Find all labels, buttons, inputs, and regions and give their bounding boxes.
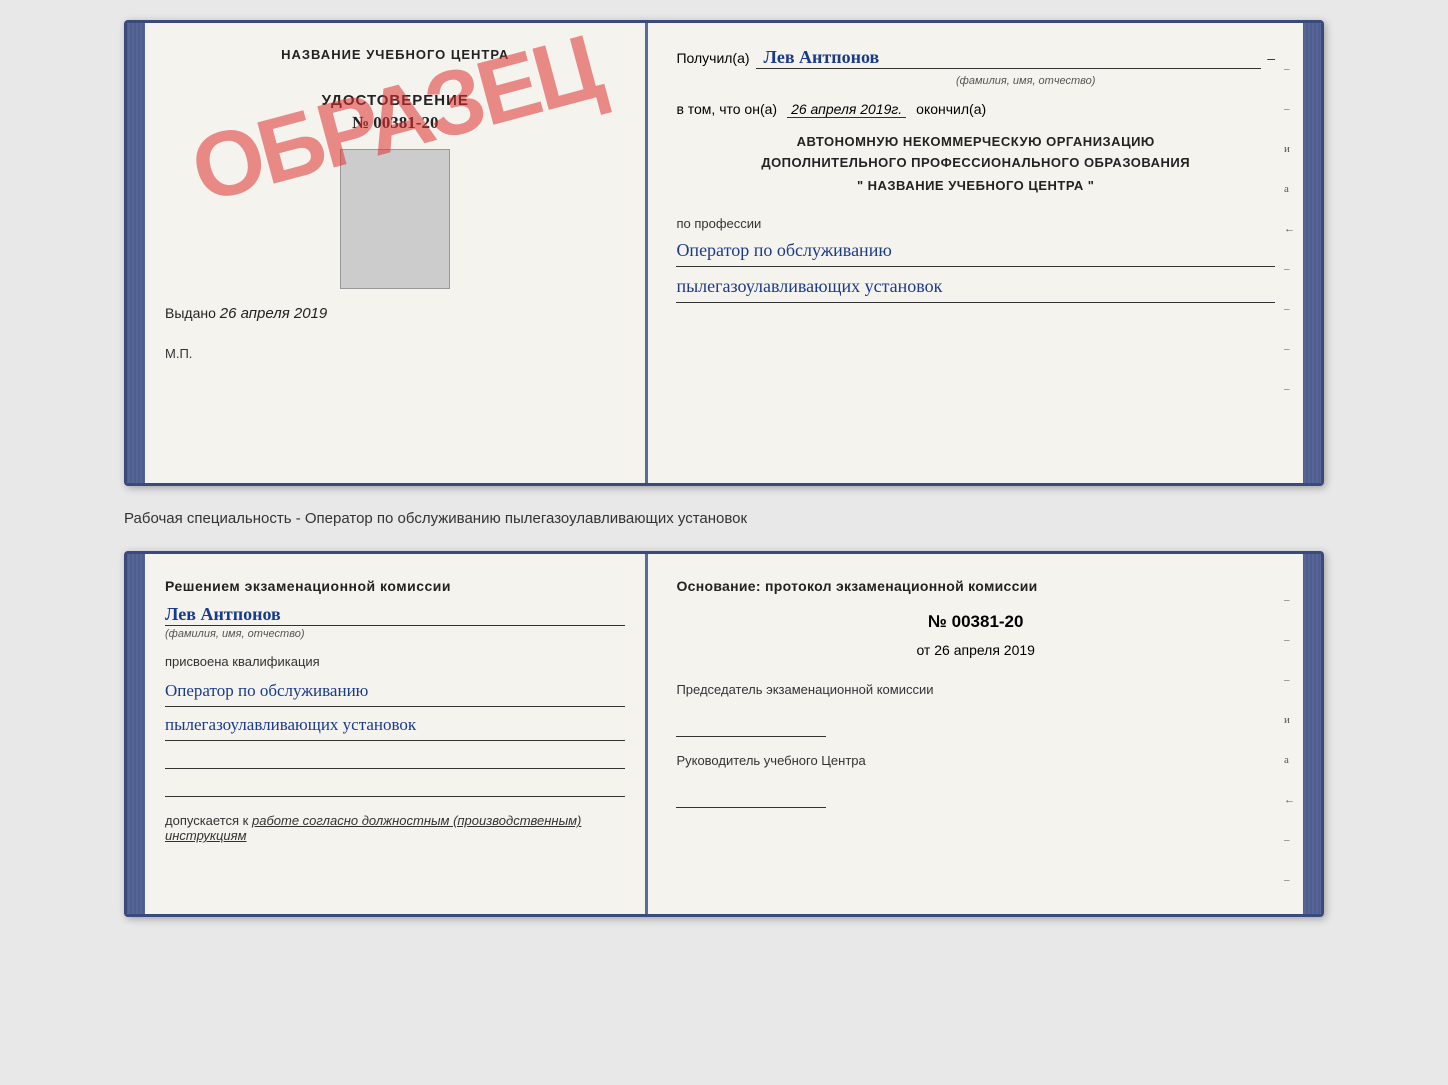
director-label: Руководитель учебного Центра: [676, 753, 1275, 768]
bottom-left-page: Решением экзаменационной комиссии Лев Ан…: [145, 554, 648, 914]
date-suffix: окончил(а): [916, 101, 986, 117]
decision-title: Решением экзаменационной комиссии: [165, 578, 625, 594]
middle-specialty-label: Рабочая специальность - Оператор по обсл…: [124, 502, 1324, 535]
bottom-person-name: Лев Антпонов: [165, 604, 625, 626]
received-name: Лев Антпонов: [756, 47, 1262, 69]
bottom-right-page: Основание: протокол экзаменационной коми…: [648, 554, 1303, 914]
profession-label: по профессии: [676, 216, 1275, 231]
bottom-person-subtitle: (фамилия, имя, отчество): [165, 628, 625, 640]
chairman-signature-line: [676, 717, 826, 737]
photo-placeholder: [340, 149, 450, 289]
received-prefix: Получил(а): [676, 50, 749, 66]
right-edge-marks: – – и а ← – – – –: [1284, 63, 1295, 395]
org-name: НАЗВАНИЕ УЧЕБНОГО ЦЕНТРА: [868, 176, 1084, 197]
vydano-prefix: Выдано: [165, 305, 216, 321]
dopuskaetsya-prefix: допускается к: [165, 813, 248, 828]
date-value: 26 апреля 2019г.: [787, 101, 906, 118]
date-line: в том, что он(а) 26 апреля 2019г. окончи…: [676, 101, 1275, 118]
qual-line1: Оператор по обслуживанию: [165, 675, 625, 707]
org-line2: ДОПОЛНИТЕЛЬНОГО ПРОФЕССИОНАЛЬНОГО ОБРАЗО…: [676, 153, 1275, 174]
org-quote-close: ": [1088, 176, 1095, 197]
udostoverenie-block: УДОСТОВЕРЕНИЕ № 00381-20: [165, 92, 625, 133]
top-certificate-book: НАЗВАНИЕ УЧЕБНОГО ЦЕНТРА ОБРАЗЕЦ УДОСТОВ…: [124, 20, 1324, 486]
received-line: Получил(а) Лев Антпонов –: [676, 47, 1275, 69]
received-dash: –: [1267, 50, 1275, 66]
dopuskaetsya-block: допускается к работе согласно должностны…: [165, 813, 625, 843]
top-left-page: НАЗВАНИЕ УЧЕБНОГО ЦЕНТРА ОБРАЗЕЦ УДОСТОВ…: [145, 23, 648, 483]
osnovaniye-title: Основание: протокол экзаменационной коми…: [676, 578, 1275, 594]
org-block: АВТОНОМНУЮ НЕКОММЕРЧЕСКУЮ ОРГАНИЗАЦИЮ ДО…: [676, 132, 1275, 196]
top-right-page: Получил(а) Лев Антпонов – (фамилия, имя,…: [648, 23, 1303, 483]
protocol-date: от 26 апреля 2019: [676, 642, 1275, 658]
book-spine-right-bottom: [1303, 554, 1321, 914]
qual-line2: пылегазоулавливающих установок: [165, 709, 625, 741]
vydano-date: 26 апреля 2019: [220, 305, 327, 322]
book-spine-right-top: [1303, 23, 1321, 483]
page-wrapper: НАЗВАНИЕ УЧЕБНОГО ЦЕНТРА ОБРАЗЕЦ УДОСТОВ…: [20, 20, 1428, 917]
protocol-date-value: 26 апреля 2019: [934, 642, 1035, 658]
blank-line-2: [165, 777, 625, 797]
org-name-block: " НАЗВАНИЕ УЧЕБНОГО ЦЕНТРА ": [676, 176, 1275, 197]
org-quote-open: ": [857, 176, 864, 197]
bottom-right-edge-marks: – – – и а ← – – – –: [1284, 594, 1295, 917]
assigned-label: присвоена квалификация: [165, 654, 625, 669]
vydano-line: Выдано 26 апреля 2019: [165, 305, 625, 322]
book-spine-bottom-left: [127, 554, 145, 914]
profession-line2: пылегазоулавливающих установок: [676, 271, 1275, 303]
date-prefix: в том, что он(а): [676, 101, 777, 117]
director-signature-line: [676, 788, 826, 808]
protocol-date-prefix: от: [916, 642, 930, 658]
blank-line-1: [165, 749, 625, 769]
udostoverenie-label: УДОСТОВЕРЕНИЕ: [165, 92, 625, 109]
cert-title-top: НАЗВАНИЕ УЧЕБНОГО ЦЕНТРА: [165, 47, 625, 62]
book-spine-left: [127, 23, 145, 483]
director-block: Руководитель учебного Центра: [676, 753, 1275, 808]
protocol-number: № 00381-20: [676, 612, 1275, 632]
received-subtitle: (фамилия, имя, отчество): [776, 75, 1275, 87]
profession-line1: Оператор по обслуживанию: [676, 235, 1275, 267]
bottom-certificate-book: Решением экзаменационной комиссии Лев Ан…: [124, 551, 1324, 917]
org-line1: АВТОНОМНУЮ НЕКОММЕРЧЕСКУЮ ОРГАНИЗАЦИЮ: [676, 132, 1275, 153]
chairman-label: Председатель экзаменационной комиссии: [676, 682, 1275, 697]
chairman-block: Председатель экзаменационной комиссии: [676, 682, 1275, 737]
udostoverenie-number: № 00381-20: [165, 113, 625, 133]
mp-label: М.П.: [165, 346, 625, 361]
